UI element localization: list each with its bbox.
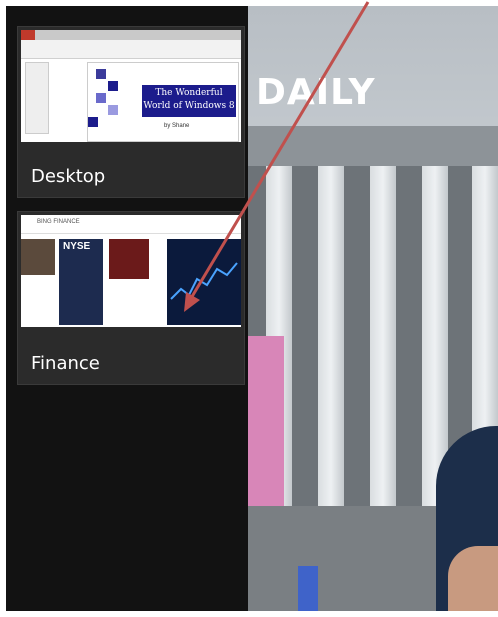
finance-chart: [170, 262, 238, 300]
switcher-item-label: Desktop: [31, 166, 106, 187]
building-entablature: [248, 126, 498, 166]
ppt-app-icon: [21, 30, 35, 40]
screen: The Wonderful World of Windows 8 by Shan…: [0, 0, 498, 617]
switcher-item-label: Finance: [31, 353, 100, 374]
switcher-item-desktop[interactable]: The Wonderful World of Windows 8 by Shan…: [17, 26, 245, 198]
finance-tile-3-caption: [109, 279, 149, 325]
finance-tile-4: [167, 239, 241, 325]
slide-decoration: [88, 69, 118, 127]
finance-thumbnail: BING FINANCE NYSE: [21, 215, 241, 327]
blue-flag: [298, 566, 318, 611]
frame-edge-bottom: [0, 611, 498, 617]
finance-header-text: BING FINANCE: [37, 219, 80, 225]
finance-tile-1-caption: [21, 275, 55, 325]
app-switcher-rail: The Wonderful World of Windows 8 by Shan…: [6, 6, 248, 611]
slide-title: The Wonderful World of Windows 8: [142, 85, 236, 117]
ppt-titlebar: [21, 30, 241, 40]
column: [370, 166, 396, 506]
person-face: [448, 546, 498, 611]
ppt-slide: The Wonderful World of Windows 8 by Shan…: [87, 62, 239, 142]
background-news-image: DAILY: [248, 6, 498, 611]
finance-tile-2-text: NYSE: [63, 241, 91, 252]
ppt-ribbon: [21, 40, 241, 59]
pink-flag: [248, 336, 284, 506]
switcher-item-finance[interactable]: BING FINANCE NYSE Finance: [17, 211, 245, 385]
wallpaper-headline: DAILY: [256, 72, 376, 113]
desktop-thumbnail: The Wonderful World of Windows 8 by Shan…: [21, 30, 241, 142]
finance-tile-3: [109, 239, 149, 325]
finance-tile-1: [21, 239, 55, 325]
finance-tile-2: NYSE: [59, 239, 103, 325]
column: [318, 166, 344, 506]
slide-subtitle: by Shane: [164, 123, 190, 129]
finance-header: BING FINANCE: [21, 215, 241, 234]
ppt-slide-pane: [25, 62, 49, 134]
